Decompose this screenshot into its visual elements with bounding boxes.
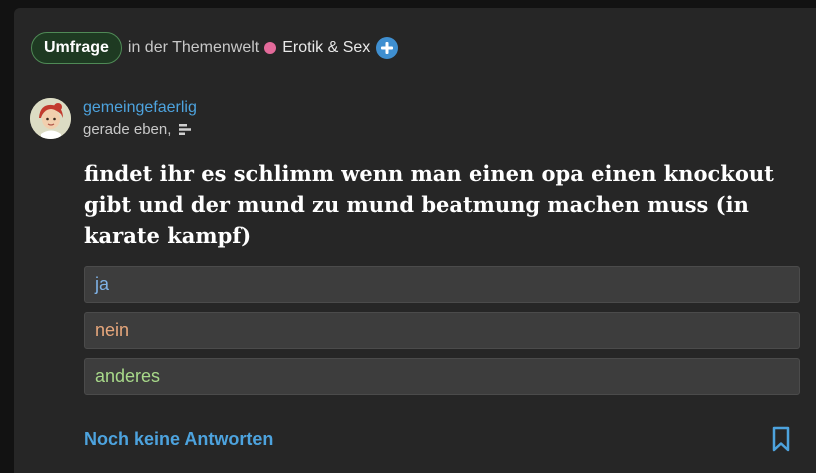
post-time: gerade eben, [83, 121, 172, 138]
poll-option-label: anderes [95, 366, 161, 386]
avatar[interactable] [30, 98, 71, 139]
plus-circle-icon[interactable] [376, 37, 399, 59]
bookmark-icon[interactable] [772, 426, 790, 452]
post-meta: Umfrage in der Themenwelt Erotik & Sex [31, 32, 399, 64]
poll-options: ja nein anderes [84, 266, 800, 404]
author-name[interactable]: gemeingefaerlig [83, 98, 197, 118]
bar-chart-icon[interactable] [178, 123, 194, 136]
poll-card: Umfrage in der Themenwelt Erotik & Sex g… [14, 8, 816, 473]
topic-prefix: in der Themenwelt [127, 39, 260, 56]
answers-link[interactable]: Noch keine Antworten [84, 429, 273, 450]
poll-option[interactable]: nein [84, 312, 800, 349]
topic-link[interactable]: Erotik & Sex [282, 39, 370, 57]
topic-color-dot [264, 42, 277, 54]
poll-option[interactable]: ja [84, 266, 800, 303]
poll-footer: Noch keine Antworten [84, 426, 790, 452]
poll-option-label: ja [95, 274, 110, 294]
poll-option-label: nein [95, 320, 130, 340]
author-row: gemeingefaerlig gerade eben, [30, 98, 197, 139]
poll-question: findet ihr es schlimm wenn man einen opa… [84, 161, 774, 248]
poll-badge[interactable]: Umfrage [31, 32, 122, 64]
poll-option[interactable]: anderes [84, 358, 800, 395]
